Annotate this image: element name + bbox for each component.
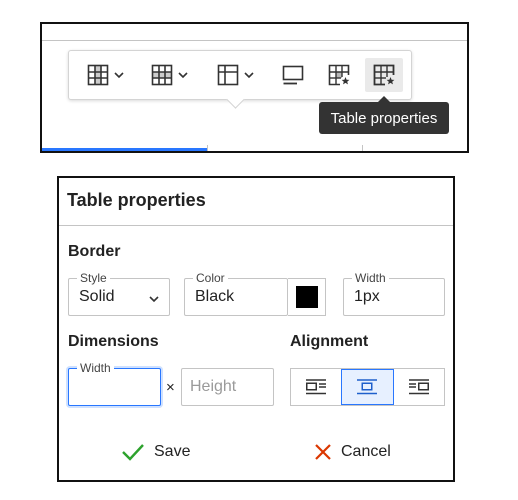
alignment-toggle-group [290, 368, 445, 406]
dialog-title: Table properties [59, 178, 453, 226]
border-style-value: Solid [79, 288, 115, 305]
chevron-down-icon [177, 72, 188, 79]
cancel-label: Cancel [341, 443, 391, 460]
align-left-icon [306, 379, 327, 395]
selected-cell-border [42, 148, 207, 151]
merge-cells-icon [217, 64, 238, 86]
tooltip: Table properties [319, 96, 449, 134]
table-properties-dialog: Table properties Border Style Solid Colo… [57, 176, 455, 482]
save-label: Save [154, 443, 191, 460]
table-row-icon [151, 64, 172, 86]
border-color-value: Black [195, 288, 235, 305]
chevron-down-icon [113, 72, 124, 79]
cancel-button[interactable]: Cancel [314, 440, 391, 464]
table-column-icon [87, 64, 108, 86]
border-width-input[interactable]: Width 1px [343, 271, 445, 316]
save-button[interactable]: Save [121, 440, 190, 464]
table-caption-icon [282, 65, 304, 85]
table-caption-button[interactable] [275, 58, 311, 92]
tooltip-arrow [378, 96, 390, 102]
table-border-line [42, 40, 467, 41]
border-style-select[interactable]: Style Solid [68, 271, 170, 316]
cell-properties-button[interactable] [321, 58, 357, 92]
dimensions-section-label: Dimensions [68, 333, 159, 350]
cell-divider [207, 145, 208, 151]
alignment-section-label: Alignment [290, 333, 369, 350]
cell-properties-icon [328, 64, 350, 86]
border-width-label: Width [352, 271, 389, 285]
table-height-placeholder: Height [190, 378, 237, 395]
chevron-down-icon [243, 72, 254, 79]
table-column-button[interactable] [79, 58, 131, 92]
align-left-button[interactable] [291, 369, 341, 405]
close-icon [315, 444, 331, 460]
align-center-button[interactable] [341, 369, 394, 405]
border-style-label: Style [77, 271, 110, 285]
table-row-button[interactable] [143, 58, 195, 92]
table-width-input[interactable]: Width [68, 361, 161, 406]
cell-divider [362, 145, 363, 151]
table-properties-button[interactable] [365, 58, 403, 92]
table-properties-icon [373, 64, 395, 86]
chevron-down-icon [149, 296, 159, 303]
align-center-icon [357, 379, 378, 395]
align-right-icon [408, 379, 429, 395]
dimension-separator: × [166, 379, 175, 396]
table-width-label: Width [77, 361, 114, 375]
color-swatch [295, 286, 318, 308]
border-color-label: Color [193, 271, 228, 285]
tooltip-text: Table properties [330, 109, 438, 127]
border-width-value: 1px [354, 288, 380, 305]
table-height-input[interactable]: Height [181, 368, 274, 406]
toolbar-pointer [226, 90, 245, 109]
color-picker-button[interactable] [288, 278, 326, 316]
border-color-input[interactable]: Color Black [184, 271, 288, 316]
align-right-button[interactable] [394, 369, 444, 405]
border-section-label: Border [68, 243, 121, 260]
merge-cells-button[interactable] [209, 58, 261, 92]
checkmark-icon [122, 444, 144, 461]
table-toolbar [68, 50, 412, 109]
editor-toolbar-frame: Table properties [40, 22, 469, 153]
